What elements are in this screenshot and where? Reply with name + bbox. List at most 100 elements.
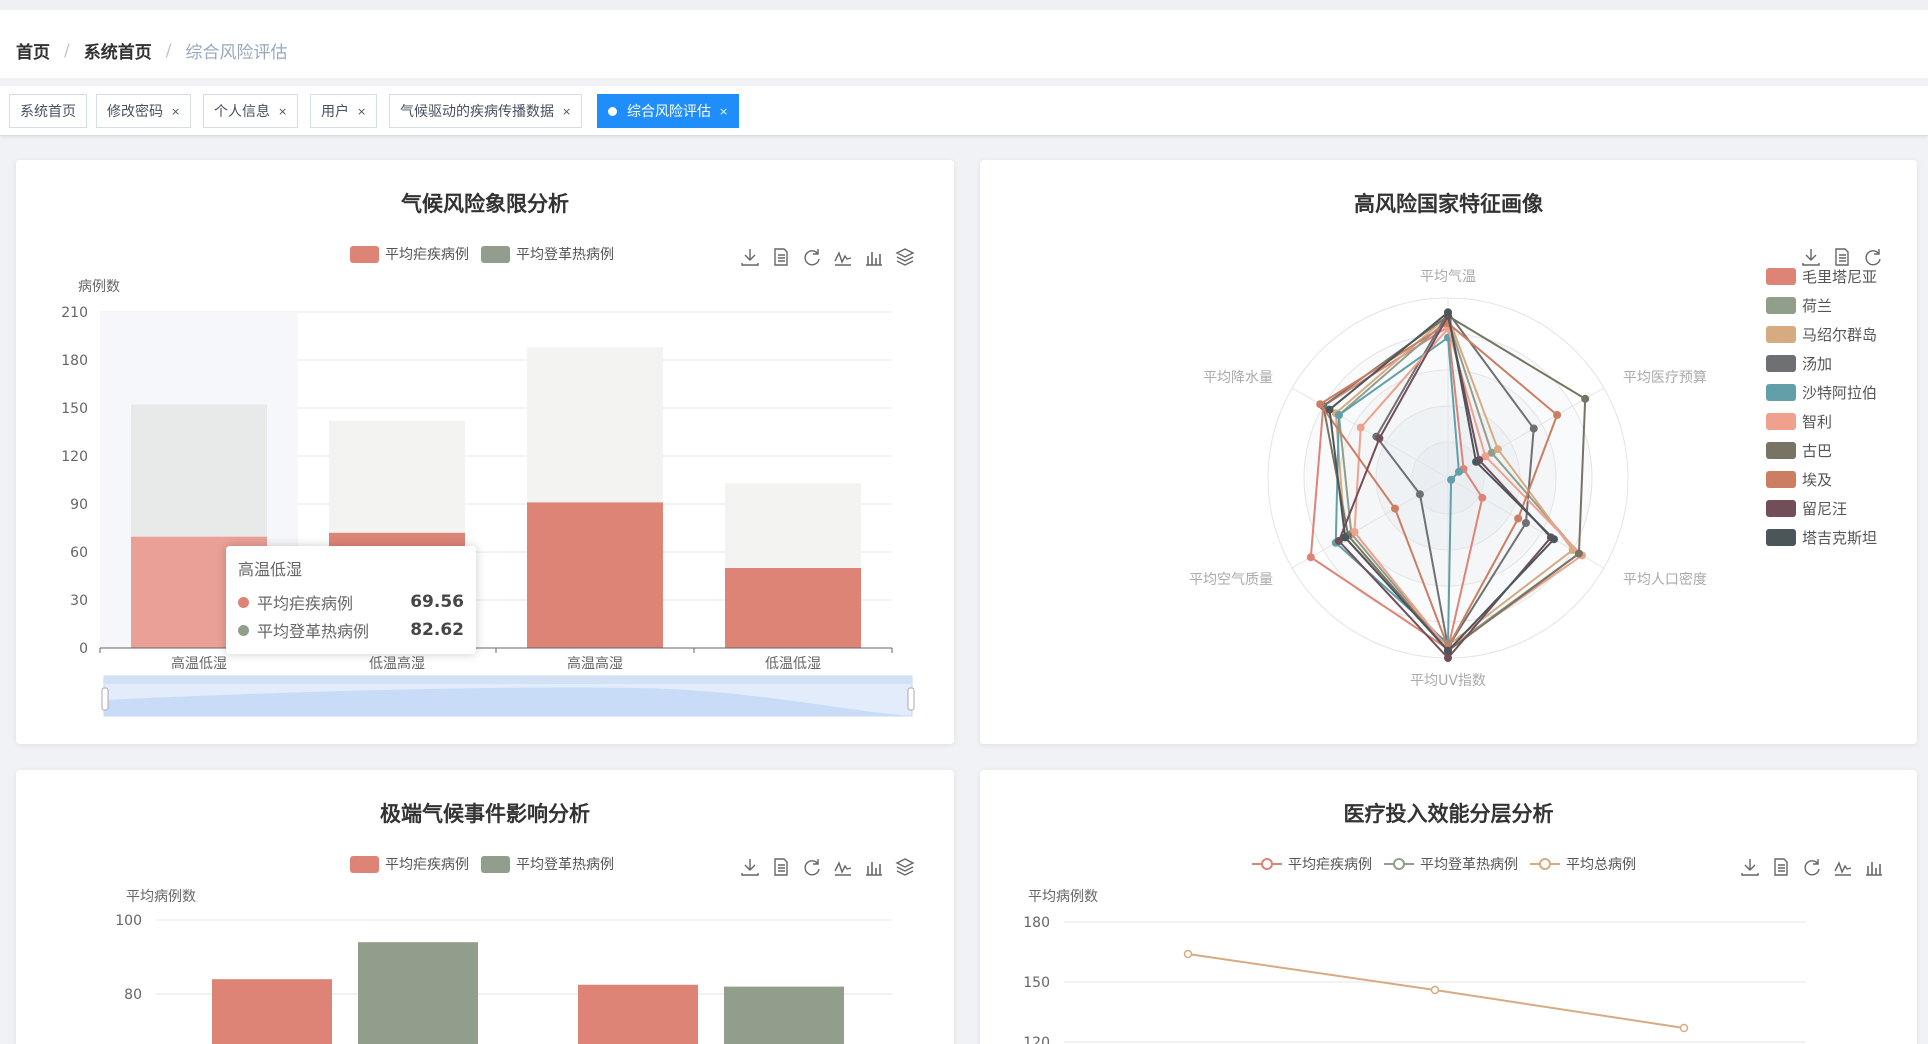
x-tick-label: 高温高湿 [567, 655, 623, 672]
line-point [1430, 985, 1440, 995]
tab-label: 系统首页 [20, 104, 76, 120]
tab-label: 用户 [321, 104, 349, 120]
radar-point [1444, 646, 1452, 655]
legend-item[interactable]: 荷兰 [1766, 291, 1877, 320]
legend-label: 智利 [1802, 413, 1833, 431]
legend-swatch [1766, 529, 1796, 546]
legend-swatch [1766, 413, 1796, 430]
y-tick-label: 180 [1023, 915, 1050, 931]
legend-label: 古巴 [1802, 442, 1833, 460]
medical-investment-chart: 120 150 180 [1023, 915, 1806, 1044]
legend-swatch [1766, 355, 1796, 372]
radar-indicator-label: 平均气温 [1420, 269, 1476, 285]
close-icon[interactable]: × [171, 105, 180, 118]
legend-label: 汤加 [1802, 355, 1833, 373]
radar-point [1521, 519, 1530, 527]
card-extreme-events: 极端气候事件影响分析 平均疟疾病例 平均登革热病例 平均病例数 80 100 [16, 770, 954, 1044]
bar-dengue [131, 404, 267, 537]
card-medical-investment: 医疗投入效能分层分析 平均疟疾病例 平均登革热病例 平均总病例 平均病例数 12… [980, 770, 1917, 1044]
datazoom-bar [104, 676, 912, 684]
tooltip-row: 平均登革热病例 82.62 [238, 616, 464, 644]
radar-point [1454, 467, 1463, 476]
tab-label: 修改密码 [107, 104, 163, 120]
close-icon[interactable]: × [278, 105, 287, 118]
legend-label: 埃及 [1802, 471, 1833, 489]
x-tick-label: 低温低湿 [765, 656, 821, 672]
bar-malaria [527, 502, 663, 648]
breadcrumb-system-home[interactable]: 系统首页 [84, 38, 152, 63]
y-tick-label: 100 [115, 913, 142, 929]
tab-risk-assessment[interactable]: 综合风险评估 × [597, 94, 740, 128]
extreme-events-chart: 80 100 [115, 913, 892, 1044]
legend-label: 马绍尔群岛 [1802, 326, 1878, 344]
radar-point [1529, 424, 1538, 433]
radar-legend: 毛里塔尼亚荷兰马绍尔群岛汤加沙特阿拉伯智利古巴埃及留尼汪塔吉克斯坦 [1766, 262, 1877, 552]
radar-point [1390, 504, 1399, 513]
tab-label: 个人信息 [214, 104, 270, 120]
legend-item[interactable]: 留尼汪 [1766, 494, 1877, 523]
tab-users[interactable]: 用户 × [310, 94, 378, 128]
close-icon[interactable]: × [357, 105, 366, 118]
bar-malaria [578, 984, 698, 1044]
legend-swatch [1766, 500, 1796, 517]
radar-point [1514, 514, 1523, 523]
breadcrumb-current: 综合风险评估 [185, 43, 288, 63]
y-tick-label: 120 [61, 449, 88, 465]
y-tick-label: 180 [61, 353, 88, 369]
tab-change-password[interactable]: 修改密码 × [96, 94, 192, 128]
legend-item[interactable]: 塔吉克斯坦 [1766, 523, 1877, 552]
bar-malaria [212, 979, 332, 1044]
legend-item[interactable]: 智利 [1766, 407, 1877, 436]
quadrant-chart: 0306090120150180210高温低湿 低温高湿 高温高湿 低温低湿 [61, 305, 915, 717]
radar-point [1415, 490, 1424, 499]
y-tick-label: 60 [70, 545, 88, 561]
y-tick-label: 0 [79, 641, 88, 657]
bar-dengue [724, 986, 844, 1044]
bar-dengue [725, 483, 861, 568]
radar-point [1334, 411, 1343, 419]
radar-point [1325, 405, 1334, 414]
legend-label: 毛里塔尼亚 [1802, 268, 1878, 286]
y-tick-label: 120 [1023, 1035, 1050, 1044]
tab-personal-info[interactable]: 个人信息 × [203, 94, 299, 128]
close-icon[interactable]: × [562, 105, 571, 118]
tooltip-title: 高温低湿 [238, 560, 303, 579]
header: 首页 / 系统首页 / 综合风险评估 [0, 10, 1928, 78]
tooltip-row: 平均疟疾病例 69.56 [238, 588, 464, 616]
x-tick-label: 低温高湿 [369, 655, 425, 672]
bar-dengue [527, 347, 663, 503]
legend-item[interactable]: 沙特阿拉伯 [1766, 378, 1877, 407]
legend-swatch [1766, 384, 1796, 401]
line-point [1679, 1023, 1689, 1033]
legend-swatch [1766, 297, 1796, 314]
close-icon[interactable]: × [719, 105, 728, 118]
legend-item[interactable]: 汤加 [1766, 349, 1877, 378]
radar-indicator-label: 平均UV指数 [1410, 673, 1486, 689]
radar-point [1447, 475, 1456, 484]
legend-item[interactable]: 毛里塔尼亚 [1766, 262, 1877, 291]
legend-swatch [1766, 471, 1796, 488]
radar-indicator-label: 平均医疗预算 [1623, 370, 1707, 386]
line-point [1183, 949, 1193, 959]
radar-point [1553, 411, 1562, 419]
legend-item[interactable]: 马绍尔群岛 [1766, 320, 1877, 349]
radar-point [1550, 535, 1559, 544]
radar-indicator-label: 平均空气质量 [1189, 572, 1273, 588]
legend-label: 塔吉克斯坦 [1802, 529, 1878, 547]
radar-indicator-label: 平均人口密度 [1623, 571, 1707, 588]
datazoom-handle-left [101, 687, 109, 711]
bar-malaria [725, 568, 861, 648]
legend-item[interactable]: 埃及 [1766, 465, 1877, 494]
top-strip [0, 0, 1928, 10]
legend-item[interactable]: 古巴 [1766, 436, 1877, 465]
tab-system-home[interactable]: 系统首页 [9, 94, 87, 128]
breadcrumb: 首页 / 系统首页 / 综合风险评估 [16, 38, 288, 64]
radar-point [1356, 423, 1365, 432]
legend-label: 沙特阿拉伯 [1802, 384, 1878, 402]
legend-swatch [1766, 326, 1796, 343]
card-climate-quadrant: 气候风险象限分析 平均疟疾病例 平均登革热病例 病例数 0 30 60 90 120 15… [16, 160, 954, 744]
legend-label: 荷兰 [1802, 297, 1833, 315]
tab-disease-data[interactable]: 气候驱动的疾病传播数据 × [389, 94, 583, 128]
breadcrumb-home[interactable]: 首页 [16, 38, 50, 63]
radar-point [1316, 400, 1325, 409]
